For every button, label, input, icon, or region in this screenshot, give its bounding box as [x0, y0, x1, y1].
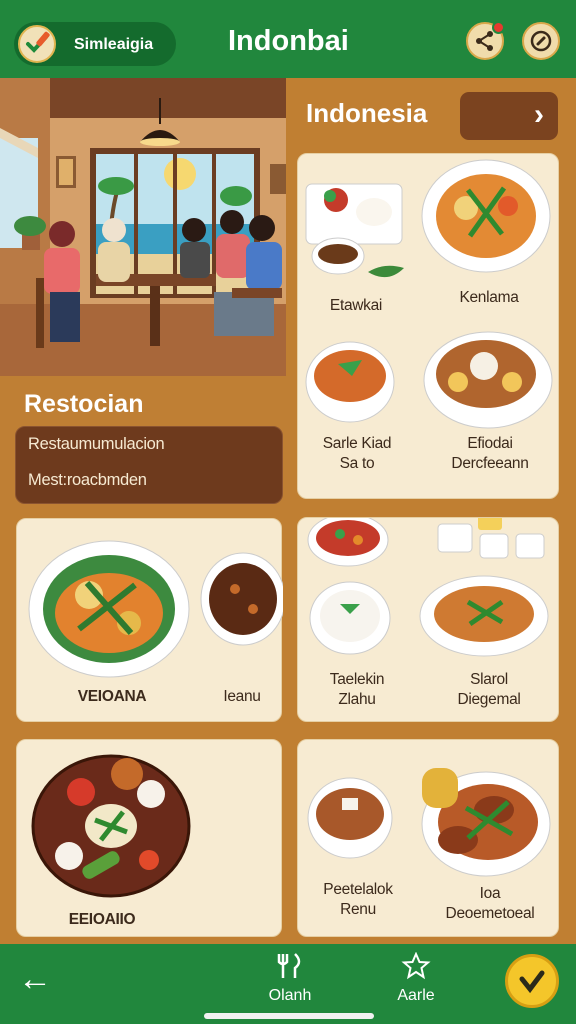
top-bar: Simleaigia Indonbai: [0, 0, 576, 78]
dish-card[interactable]: Peetelalok Renu Ioa Deoemetoeal: [297, 739, 559, 937]
next-button[interactable]: ›: [460, 92, 558, 140]
dish-name: Taelekin Zlahu: [329, 671, 385, 708]
restaurant-detail-line: Restaumumulacion: [28, 435, 165, 453]
nav-label: Olanh: [268, 987, 312, 1004]
star-icon: [401, 951, 431, 980]
dish-name: Etawkai: [329, 297, 383, 314]
app-title: Indonbai: [228, 25, 349, 57]
notification-dot: [492, 21, 505, 34]
utensils-icon: [277, 953, 301, 978]
confirm-fab-button[interactable]: [505, 954, 559, 1008]
panel-title: Indonesia: [306, 98, 428, 128]
compass-button[interactable]: [522, 22, 560, 60]
dish-name: Efiodai Dercfeeann: [451, 435, 529, 472]
nav-item-olanh[interactable]: Olanh: [250, 952, 330, 1005]
dish-card[interactable]: EEIOAIIO: [16, 739, 282, 937]
dish-name: Ioa Deoemetoeal: [445, 885, 535, 922]
restaurant-illustration: [0, 78, 286, 376]
pill-label: Simleaigia: [74, 36, 154, 53]
dish-card[interactable]: VEIOANA Ieanu: [16, 518, 283, 722]
nav-item-aarle[interactable]: Aarle: [376, 951, 456, 1005]
restaurant-detail-line: Mest:roacbmden: [28, 471, 147, 489]
mode-pill-button[interactable]: Simleaigia: [14, 22, 176, 66]
restaurant-title: Restocian: [24, 390, 144, 418]
restaurant-info: Restocian Restaumumulacion Mest:roacbmde…: [0, 376, 290, 510]
dish-name: EEIOAIIO: [68, 911, 136, 928]
bottom-nav: ← Olanh Aarle: [0, 944, 576, 1024]
share-button[interactable]: [466, 21, 505, 60]
restaurant-details-box[interactable]: Restaumumulacion Mest:roacbmden: [15, 426, 283, 504]
dish-name: Peetelalok Renu: [323, 881, 393, 918]
compass-icon: [530, 30, 552, 52]
featured-dishes-card[interactable]: Etawkai Kenlama Sarle Kiad Sa to Efiodai…: [297, 153, 559, 499]
nav-label: Aarle: [397, 987, 435, 1004]
dish-name: Ieanu: [223, 688, 261, 705]
checkmark-pencil-icon: [18, 25, 56, 63]
back-arrow-icon[interactable]: ←: [18, 960, 52, 999]
chevron-right-icon: ›: [534, 98, 544, 131]
home-indicator: [204, 1013, 374, 1019]
dish-name: Kenlama: [459, 289, 519, 306]
dish-name: Sarle Kiad Sa to: [322, 435, 392, 472]
check-icon: [519, 970, 545, 994]
dish-name: VEIOANA: [77, 688, 147, 705]
dish-name: Slarol Diegemal: [457, 671, 521, 708]
dish-card[interactable]: Taelekin Zlahu Slarol Diegemal: [297, 517, 559, 722]
